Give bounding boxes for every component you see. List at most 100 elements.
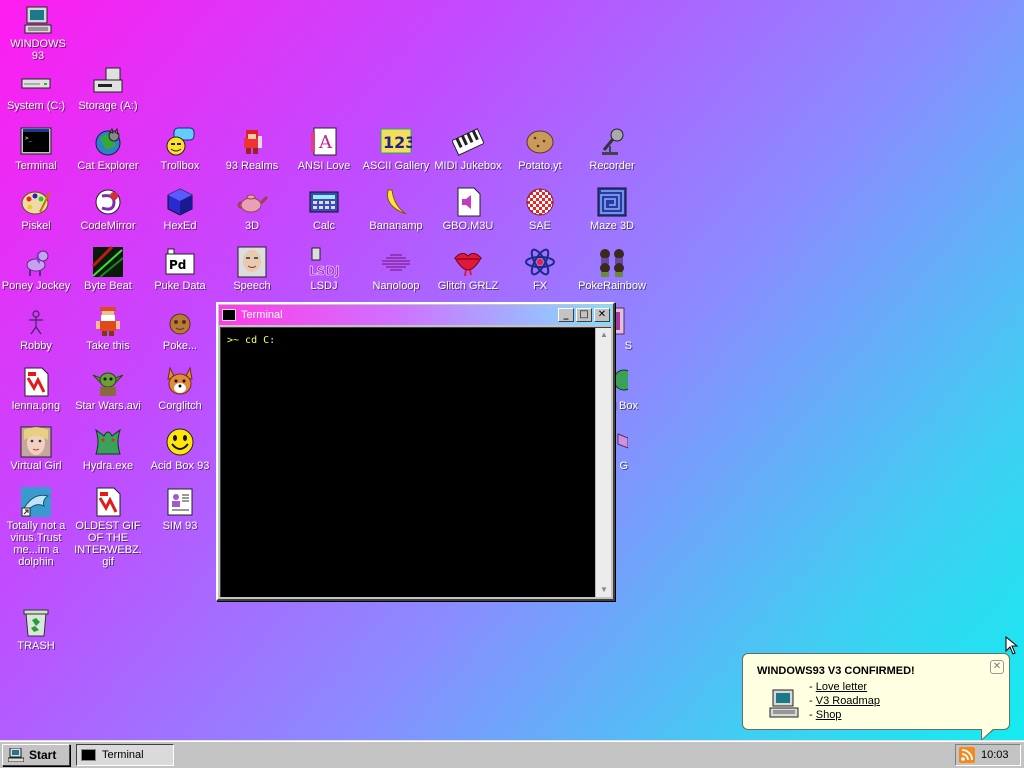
- hydra-icon: [92, 426, 124, 458]
- icon-label: Hydra.exe: [82, 460, 134, 472]
- icon-label: HexEd: [163, 220, 197, 232]
- icon-label: Potato.yt: [518, 160, 562, 172]
- nanoloop-icon: [380, 246, 412, 278]
- desktop-icon-terminal[interactable]: >_ Terminal: [0, 126, 72, 172]
- desktop-icon-maze-3d[interactable]: Maze 3D: [576, 186, 648, 232]
- desktop-icon-fx[interactable]: FX: [504, 246, 576, 292]
- icon-label: Puke Data: [154, 280, 206, 292]
- desktop-icon-corglitch[interactable]: Corglitch: [144, 366, 216, 412]
- desktop-icon-recorder[interactable]: Recorder: [576, 126, 648, 172]
- banana-icon: [380, 186, 412, 218]
- image-file-icon: [20, 366, 52, 398]
- desktop-icon-trollbox[interactable]: Trollbox: [144, 126, 216, 172]
- desktop-icon-lsdj[interactable]: LSDJ LSDJ: [288, 246, 360, 292]
- mouse-cursor-icon: [1005, 635, 1019, 659]
- desktop-icon-potato[interactable]: Potato.yt: [504, 126, 576, 172]
- desktop-icon-acid-box-93[interactable]: Acid Box 93: [144, 426, 216, 472]
- icon-label: System (C:): [6, 100, 66, 112]
- desktop-icon-glitch-grlz[interactable]: Glitch GRLZ: [432, 246, 504, 292]
- desktop-icon-trash[interactable]: TRASH: [0, 606, 72, 652]
- desktop-icon-cat-explorer[interactable]: Cat Explorer: [72, 126, 144, 172]
- svg-text:LSDJ: LSDJ: [309, 264, 340, 278]
- icon-label: ANSI Love: [297, 160, 351, 172]
- computer-icon: [767, 688, 801, 720]
- terminal-output[interactable]: >~ cd C: ▲ ▼: [220, 327, 611, 597]
- icon-label: Acid Box 93: [150, 460, 210, 472]
- desktop-icon-windows93[interactable]: WINDOWS 93: [2, 4, 74, 62]
- desktop-icon-storage-a[interactable]: Storage (A:): [72, 66, 144, 112]
- smiley-icon: [164, 426, 196, 458]
- ascii-gallery-icon: 123: [380, 126, 412, 158]
- byte-beat-icon: [92, 246, 124, 278]
- desktop-icon-ascii-gallery[interactable]: 123 ASCII Gallery: [360, 126, 432, 172]
- icon-label: GBO.M3U: [442, 220, 494, 232]
- desktop-icon-hydra[interactable]: Hydra.exe: [72, 426, 144, 472]
- desktop-icon-sae[interactable]: SAE: [504, 186, 576, 232]
- desktop-icon-speech[interactable]: Speech: [216, 246, 288, 292]
- desktop-icon-calc[interactable]: Calc: [288, 186, 360, 232]
- floppy-drive-icon: [92, 66, 124, 98]
- desktop-icon-poney-jockey[interactable]: Poney Jockey: [0, 246, 72, 292]
- icon-label: OLDEST GIF OF THE INTERWEBZ.gif: [74, 520, 142, 568]
- lips-icon: [452, 246, 484, 278]
- icon-label: Byte Beat: [84, 280, 132, 292]
- desktop-icon-hexed[interactable]: HexEd: [144, 186, 216, 232]
- start-button[interactable]: Start: [2, 744, 70, 766]
- desktop-icon-system-c[interactable]: System (C:): [0, 66, 72, 112]
- gif-file-icon: [92, 486, 124, 518]
- close-icon[interactable]: ✕: [990, 660, 1004, 674]
- desktop-icon-codemirror[interactable]: CodeMirror: [72, 186, 144, 232]
- icon-label: Recorder: [589, 160, 635, 172]
- icon-label: Star Wars.avi: [75, 400, 141, 412]
- v3-roadmap-link[interactable]: V3 Roadmap: [816, 695, 880, 707]
- link-row: - Shop: [809, 708, 880, 722]
- speech-face-icon: [236, 246, 268, 278]
- desktop-icon-lenna[interactable]: lenna.png: [0, 366, 72, 412]
- love-letter-link[interactable]: Love letter: [816, 681, 867, 693]
- cat-explorer-icon: [92, 126, 124, 158]
- desktop-icon-pokerainbow[interactable]: PokeRainbow: [576, 246, 648, 292]
- desktop-icon-poke[interactable]: Poke...: [144, 306, 216, 352]
- desktop-icon-byte-beat[interactable]: Byte Beat: [72, 246, 144, 292]
- yoda-icon: [92, 366, 124, 398]
- terminal-titlebar[interactable]: Terminal _ □ ✕: [219, 305, 612, 325]
- desktop-icon-piskel[interactable]: Piskel: [0, 186, 72, 232]
- terminal-window[interactable]: Terminal _ □ ✕ >~ cd C: ▲ ▼: [216, 302, 615, 601]
- desktop-icon-nanoloop[interactable]: Nanoloop: [360, 246, 432, 292]
- icon-label: Glitch GRLZ: [437, 280, 499, 292]
- icon-label: FX: [532, 280, 548, 292]
- ansi-love-icon: A: [308, 126, 340, 158]
- rss-icon[interactable]: [959, 747, 975, 763]
- svg-text:Pd: Pd: [169, 258, 186, 272]
- audio-file-icon: [452, 186, 484, 218]
- link-row: - Love letter: [809, 680, 880, 694]
- desktop-icon-puke-data[interactable]: Pd Puke Data: [144, 246, 216, 292]
- desktop-icon-gbo-m3u[interactable]: GBO.M3U: [432, 186, 504, 232]
- desktop-icon-robby[interactable]: Robby: [0, 306, 72, 352]
- maximize-button[interactable]: □: [576, 308, 592, 322]
- taskbar-item-terminal[interactable]: Terminal: [76, 744, 174, 766]
- clock[interactable]: 10:03: [981, 749, 1009, 761]
- desktop-icon-take-this[interactable]: Take this: [72, 306, 144, 352]
- desktop-icon-bananamp[interactable]: Bananamp: [360, 186, 432, 232]
- desktop-icon-ansi-love[interactable]: A ANSI Love: [288, 126, 360, 172]
- minimize-button[interactable]: _: [558, 308, 574, 322]
- desktop-icon-dolphin[interactable]: Totally not a virus.Trust me...im a dolp…: [0, 486, 72, 568]
- desktop-icon-oldest-gif[interactable]: OLDEST GIF OF THE INTERWEBZ.gif: [72, 486, 144, 568]
- svg-text:>_: >_: [25, 135, 33, 142]
- stick-figure-icon: [20, 306, 52, 338]
- system-tray: 10:03: [955, 744, 1021, 766]
- scroll-down-icon[interactable]: ▼: [596, 583, 612, 597]
- close-button[interactable]: ✕: [594, 308, 610, 322]
- desktop-icon-93-realms[interactable]: 93 Realms: [216, 126, 288, 172]
- desktop-icon-star-wars[interactable]: Star Wars.avi: [72, 366, 144, 412]
- desktop-icon-sim-93[interactable]: SIM 93: [144, 486, 216, 532]
- icon-label: Nanoloop: [372, 280, 420, 292]
- vertical-scrollbar[interactable]: ▲ ▼: [595, 328, 611, 597]
- scroll-up-icon[interactable]: ▲: [596, 328, 612, 342]
- icon-label: SIM 93: [162, 520, 198, 532]
- desktop-icon-virtual-girl[interactable]: Virtual Girl: [0, 426, 72, 472]
- desktop-icon-midi-jukebox[interactable]: MIDI Jukebox: [432, 126, 504, 172]
- shop-link[interactable]: Shop: [816, 709, 842, 721]
- desktop-icon-3d[interactable]: 3D: [216, 186, 288, 232]
